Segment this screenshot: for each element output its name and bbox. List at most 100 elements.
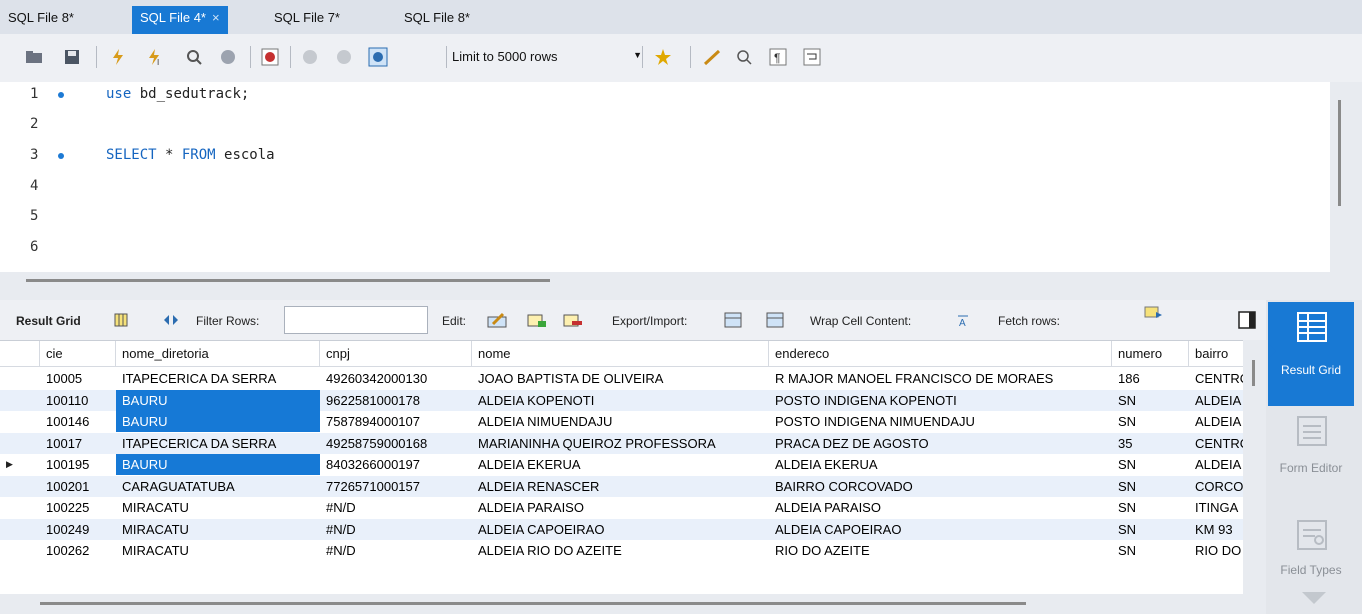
result-grid[interactable]: cie nome_diretoria cnpj nome endereco nu… (0, 340, 1243, 594)
column-header-nome[interactable]: nome (472, 341, 769, 367)
cell-nome[interactable]: ALDEIA KOPENOTI (472, 390, 769, 411)
cell-nome-diretoria[interactable]: BAURU (116, 411, 320, 432)
cell-bairro[interactable]: ALDEIA (1189, 390, 1243, 411)
table-row[interactable]: 100262 MIRACATU #N/D ALDEIA RIO DO AZEITE RI… (0, 540, 1243, 561)
cell-nome[interactable]: ALDEIA CAPOEIRAO (472, 519, 769, 540)
column-header-numero[interactable]: numero (1112, 341, 1189, 367)
table-row[interactable]: 10017 ITAPECERICA DA SERRA 49258759000168 M… (0, 432, 1243, 454)
fetch-next-icon[interactable] (1142, 302, 1164, 324)
cell-nome[interactable]: JOAO BAPTISTA DE OLIVEIRA (472, 368, 769, 389)
result-grid-label[interactable]: Result Grid (16, 314, 81, 328)
grid-layout-icon[interactable] (110, 309, 132, 331)
cell-cie[interactable]: 10005 (40, 368, 116, 389)
toggle-error-icon[interactable] (258, 45, 282, 69)
cell-nome-diretoria[interactable]: CARAGUATATUBA (116, 476, 320, 497)
explain-icon[interactable] (182, 45, 206, 69)
cell-endereco[interactable]: R MAJOR MANOEL FRANCISCO DE MORAES (769, 368, 1112, 389)
export-icon[interactable] (722, 309, 744, 331)
scroll-down-icon[interactable] (1302, 592, 1326, 604)
tab-sql-file-4[interactable]: SQL File 4* × (132, 6, 228, 34)
wrap-icon[interactable] (800, 45, 824, 69)
save-icon[interactable] (60, 45, 84, 69)
toggle-panel-icon[interactable] (1236, 309, 1258, 331)
cell-cnpj[interactable]: #N/D (320, 540, 472, 561)
open-folder-icon[interactable] (22, 45, 46, 69)
tab-sql-file-8[interactable]: SQL File 8* (0, 6, 82, 34)
cell-endereco[interactable]: RIO DO AZEITE (769, 540, 1112, 561)
cell-nome[interactable]: ALDEIA EKERUA (472, 454, 769, 475)
cell-endereco[interactable]: POSTO INDIGENA NIMUENDAJU (769, 411, 1112, 432)
cell-numero[interactable]: 35 (1112, 433, 1189, 454)
cell-cnpj[interactable]: 9622581000178 (320, 390, 472, 411)
wrap-cell-icon[interactable]: A (952, 309, 974, 331)
table-row[interactable]: 10005 ITAPECERICA DA SERRA 49260342000130 J… (0, 368, 1243, 389)
delete-row-icon[interactable] (562, 309, 584, 331)
sql-editor[interactable]: 1 use bd_sedutrack; 2 3 SELECT * FROM esco… (0, 82, 1330, 272)
close-tab-icon[interactable]: × (212, 10, 220, 25)
table-row[interactable]: 100201 CARAGUATATUBA 7726571000157 ALDEIA R… (0, 475, 1243, 497)
cell-bairro[interactable]: ALDEIA (1189, 411, 1243, 432)
cell-endereco[interactable]: BAIRRO CORCOVADO (769, 476, 1112, 497)
brush-icon[interactable] (700, 45, 724, 69)
column-header-bairro[interactable]: bairro (1189, 341, 1243, 367)
cell-numero[interactable]: SN (1112, 411, 1189, 432)
table-row[interactable]: 100146 BAURU 7587894000107 ALDEIA NIMUENDAJ… (0, 411, 1243, 432)
cell-numero[interactable]: SN (1112, 540, 1189, 561)
cell-nome[interactable]: ALDEIA RENASCER (472, 476, 769, 497)
column-header-cnpj[interactable]: cnpj (320, 341, 472, 367)
cell-nome-diretoria[interactable]: MIRACATU (116, 519, 320, 540)
edit-row-icon[interactable] (486, 309, 508, 331)
find-icon[interactable] (732, 45, 756, 69)
cell-bairro[interactable]: CORCOVADO (1189, 476, 1243, 497)
filter-rows-input[interactable] (284, 306, 428, 334)
cell-nome[interactable]: ALDEIA RIO DO AZEITE (472, 540, 769, 561)
cell-cnpj[interactable]: 7587894000107 (320, 411, 472, 432)
cell-nome[interactable]: MARIANINHA QUEIROZ PROFESSORA (472, 433, 769, 454)
cell-cie[interactable]: 100225 (40, 497, 116, 518)
rollback-icon[interactable] (332, 45, 356, 69)
cell-numero[interactable]: SN (1112, 390, 1189, 411)
cell-cnpj[interactable]: 8403266000197 (320, 454, 472, 475)
form-editor-side-button[interactable]: Form Editor (1268, 406, 1354, 510)
table-row[interactable]: 100110 BAURU 9622581000178 ALDEIA KOPENOTI P… (0, 389, 1243, 411)
cell-nome-diretoria[interactable]: MIRACATU (116, 497, 320, 518)
tab-sql-file-7[interactable]: SQL File 7* (266, 6, 348, 34)
table-row[interactable]: ▶ 100195 BAURU 8403266000197 ALDEIA EKERUA AL… (0, 454, 1243, 475)
execute-icon[interactable] (106, 45, 130, 69)
cell-numero[interactable]: SN (1112, 497, 1189, 518)
cell-nome-diretoria[interactable]: ITAPECERICA DA SERRA (116, 433, 320, 454)
grid-horizontal-scrollbar[interactable] (40, 602, 1026, 605)
stop-icon[interactable] (216, 45, 240, 69)
import-icon[interactable] (764, 309, 786, 331)
table-row[interactable]: 100249 MIRACATU #N/D ALDEIA CAPOEIRAO ALDEIA… (0, 518, 1243, 540)
cell-cie[interactable]: 100201 (40, 476, 116, 497)
cell-nome-diretoria[interactable]: BAURU (116, 389, 320, 411)
cell-cnpj[interactable]: 49258759000168 (320, 433, 472, 454)
cell-bairro[interactable]: ITINGA (1189, 497, 1243, 518)
cell-cie[interactable]: 100262 (40, 540, 116, 561)
cell-cnpj[interactable]: #N/D (320, 497, 472, 518)
refresh-icon[interactable] (160, 309, 182, 331)
cell-cie[interactable]: 100249 (40, 519, 116, 540)
result-grid-side-button[interactable]: Result Grid (1268, 302, 1354, 406)
column-header-cie[interactable]: cie (40, 341, 116, 367)
cell-numero[interactable]: 186 (1112, 368, 1189, 389)
cell-cie[interactable]: 100195 (40, 454, 116, 475)
commit-icon[interactable] (298, 45, 322, 69)
cell-bairro[interactable]: KM 93 (1189, 519, 1243, 540)
cell-numero[interactable]: SN (1112, 476, 1189, 497)
tab-sql-file-8-second[interactable]: SQL File 8* (396, 6, 478, 34)
cell-nome[interactable]: ALDEIA NIMUENDAJU (472, 411, 769, 432)
cell-numero[interactable]: SN (1112, 519, 1189, 540)
editor-vertical-scrollbar[interactable] (1338, 100, 1341, 206)
cell-endereco[interactable]: ALDEIA CAPOEIRAO (769, 519, 1112, 540)
cell-endereco[interactable]: ALDEIA PARAISO (769, 497, 1112, 518)
column-header-endereco[interactable]: endereco (769, 341, 1112, 367)
cell-cie[interactable]: 100146 (40, 411, 116, 432)
cell-cie[interactable]: 10017 (40, 433, 116, 454)
cell-cnpj[interactable]: #N/D (320, 519, 472, 540)
invisible-chars-icon[interactable]: ¶ (766, 45, 790, 69)
column-header-nome-diretoria[interactable]: nome_diretoria (116, 341, 320, 367)
autocommit-icon[interactable] (366, 45, 390, 69)
cell-bairro[interactable]: CENTRO (1189, 368, 1243, 389)
